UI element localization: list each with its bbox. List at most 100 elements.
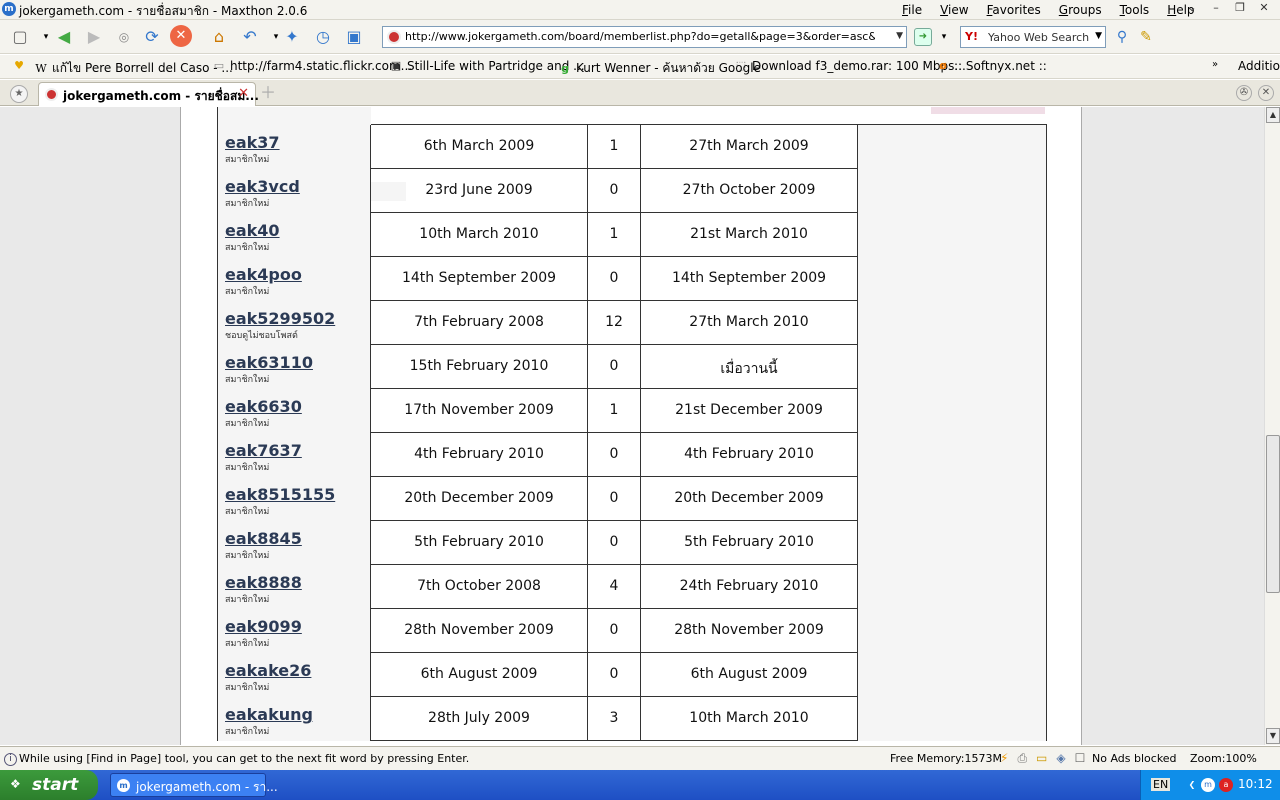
vertical-scrollbar[interactable]: ▲ ▼ [1264, 107, 1280, 745]
tab-active[interactable]: jokergameth.com - รายชื่อสม... ✕ [38, 82, 259, 106]
menu-tools[interactable]: Tools [1120, 3, 1150, 17]
menu-view[interactable]: View [940, 3, 968, 17]
scroll-up-icon[interactable]: ▲ [1266, 107, 1280, 123]
highlight-icon[interactable]: ✎ [1134, 25, 1158, 49]
favorite-item[interactable]: ⬚ Download f3_demo.rar: 100 Mbps... [734, 59, 966, 73]
page-icon: ▭ [213, 59, 225, 72]
address-bar[interactable]: http://www.jokergameth.com/board/memberl… [382, 26, 907, 48]
free-memory[interactable]: Free Memory:1573M [890, 752, 1002, 765]
new-tab-icon[interactable]: ＋ [260, 85, 276, 101]
posts-cell: 0 [588, 169, 641, 213]
favorite-item[interactable]: ø:: Softnyx.net :: [936, 59, 1047, 73]
menu-file[interactable]: File [902, 3, 922, 17]
taskbar-window-button[interactable]: m jokergameth.com - รา... [110, 773, 278, 797]
ads-blocked[interactable]: No Ads blocked [1092, 752, 1177, 765]
member-name-link[interactable]: eak8888 [225, 573, 302, 592]
member-name-link[interactable]: eak63110 [225, 353, 313, 372]
maxthon-tray-icon[interactable]: m [1201, 778, 1215, 792]
posts-cell: 0 [588, 477, 641, 521]
post-count: 0 [609, 358, 619, 374]
yahoo-icon: Y! [965, 30, 978, 43]
member-name-link[interactable]: eakakung [225, 705, 313, 724]
zoom-level[interactable]: Zoom:100% [1190, 752, 1257, 765]
member-rank: สมาชิกใหม่ [225, 287, 270, 297]
last-visit-cell: เมื่อวานนี้ [641, 345, 858, 389]
magic-wand-icon[interactable]: ✦ [280, 25, 304, 49]
member-name-link[interactable]: eak6630 [225, 397, 302, 416]
member-rank: สมาชิกใหม่ [225, 595, 270, 605]
favorites-heart-icon[interactable]: ♥ [12, 59, 26, 73]
chevron-down-icon[interactable]: ⌄ [1182, 1, 1202, 17]
language-indicator[interactable]: EN [1151, 778, 1171, 791]
join-date: 28th July 2009 [428, 710, 530, 726]
favorites-overflow-icon[interactable]: » [1212, 59, 1218, 70]
table-row: eak40 สมาชิกใหม่ 10th March 2010 1 21st Marc… [217, 213, 1047, 257]
menu-favorites[interactable]: Favorites [987, 3, 1041, 17]
history-dropdown-icon[interactable]: ◎ [112, 25, 136, 49]
favorite-item[interactable]: ▣ Still-Life with Partridge and ... [389, 59, 585, 73]
lightning-icon[interactable]: ⚡ [1000, 751, 1008, 766]
chevron-down-icon[interactable]: ▾ [932, 25, 956, 49]
joined-cell: 15th February 2010 [371, 345, 588, 389]
refresh-icon[interactable]: ⟳ [140, 25, 164, 49]
search-input[interactable]: Yahoo Web Search [988, 31, 1089, 44]
member-name-link[interactable]: eak9099 [225, 617, 302, 636]
star-icon[interactable]: ★ [10, 85, 28, 103]
table-row: eak8845 สมาชิกใหม่ 5th February 2010 0 5th F… [217, 521, 1047, 565]
clock-icon[interactable]: ◷ [311, 25, 335, 49]
minimize-button[interactable]: – [1206, 1, 1226, 17]
member-cell: eak4poo สมาชิกใหม่ [217, 257, 371, 301]
new-page-icon[interactable]: ▢ [8, 25, 32, 49]
scroll-down-icon[interactable]: ▼ [1266, 728, 1280, 744]
search-box[interactable]: Y! Yahoo Web Search ▼ [960, 26, 1106, 48]
member-name-link[interactable]: eakake26 [225, 661, 311, 680]
favorites-addition[interactable]: Addition [1238, 59, 1280, 73]
member-name-link[interactable]: eak3vcd [225, 177, 300, 196]
back-icon[interactable]: ◀ [52, 25, 76, 49]
status-icons: ⚡ ⎙ ▭ ◈ ☐ [1000, 751, 1085, 766]
go-button[interactable]: ➜ [914, 28, 932, 46]
close-icon[interactable]: ✕ [1258, 85, 1274, 101]
window-controls: ⌄ – ❐ ✕ [1182, 1, 1274, 17]
member-name-link[interactable]: eak37 [225, 133, 280, 152]
folder-icon[interactable]: ▭ [1036, 751, 1047, 766]
chevron-left-icon[interactable]: ❮ [1185, 778, 1199, 792]
forward-icon[interactable]: ▶ [82, 25, 106, 49]
member-name-link[interactable]: eak5299502 [225, 309, 335, 328]
scrollbar-thumb[interactable] [1266, 435, 1280, 593]
home-icon[interactable]: ⌂ [207, 25, 231, 49]
layers-icon[interactable]: ◈ [1056, 751, 1065, 766]
favorite-item[interactable]: g Kurt Wenner - ค้นหาด้วย Google [558, 59, 761, 78]
undo-icon[interactable]: ↶ [238, 25, 262, 49]
antivirus-icon[interactable]: a [1219, 778, 1233, 792]
chevron-down-icon[interactable]: ▼ [1095, 31, 1102, 41]
member-cell: eak5299502 ชอบดูไม่ชอบโพสต์ [217, 301, 371, 345]
last-visit: 6th August 2009 [690, 666, 808, 682]
search-icon[interactable]: ⚲ [1110, 25, 1134, 49]
address-url[interactable]: http://www.jokergameth.com/board/memberl… [405, 30, 875, 43]
member-name-link[interactable]: eak40 [225, 221, 280, 240]
checkbox-icon[interactable]: ☐ [1075, 751, 1086, 766]
printer-icon[interactable]: ⎙ [1017, 751, 1027, 766]
close-button[interactable]: ✕ [1254, 1, 1274, 17]
menu-groups[interactable]: Groups [1059, 3, 1102, 17]
avatar-cell [858, 389, 1047, 433]
join-date: 17th November 2009 [404, 402, 554, 418]
last-visit: 27th October 2009 [682, 182, 816, 198]
chevron-down-icon[interactable]: ▼ [896, 31, 903, 41]
wrench-icon[interactable]: ✇ [1236, 85, 1252, 101]
close-icon[interactable]: ✕ [238, 86, 249, 101]
start-button[interactable]: ❖ start [0, 770, 98, 800]
member-name-link[interactable]: eak4poo [225, 265, 302, 284]
favorite-item[interactable]: ▭ http://farm4.static.flickr.com... [212, 59, 412, 73]
member-name-link[interactable]: eak7637 [225, 441, 302, 460]
member-name-link[interactable]: eak8515155 [225, 485, 335, 504]
join-date: 15th February 2010 [409, 358, 549, 374]
favorite-item[interactable]: W แก้ไข Pere Borrell del Caso - ... [34, 59, 232, 78]
stop-icon[interactable]: ✕ [170, 25, 192, 47]
member-name-link[interactable]: eak8845 [225, 529, 302, 548]
restore-button[interactable]: ❐ [1230, 1, 1250, 17]
screen-capture-icon[interactable]: ▣ [342, 25, 366, 49]
join-date: 14th September 2009 [401, 270, 557, 286]
info-icon: i [4, 753, 17, 766]
